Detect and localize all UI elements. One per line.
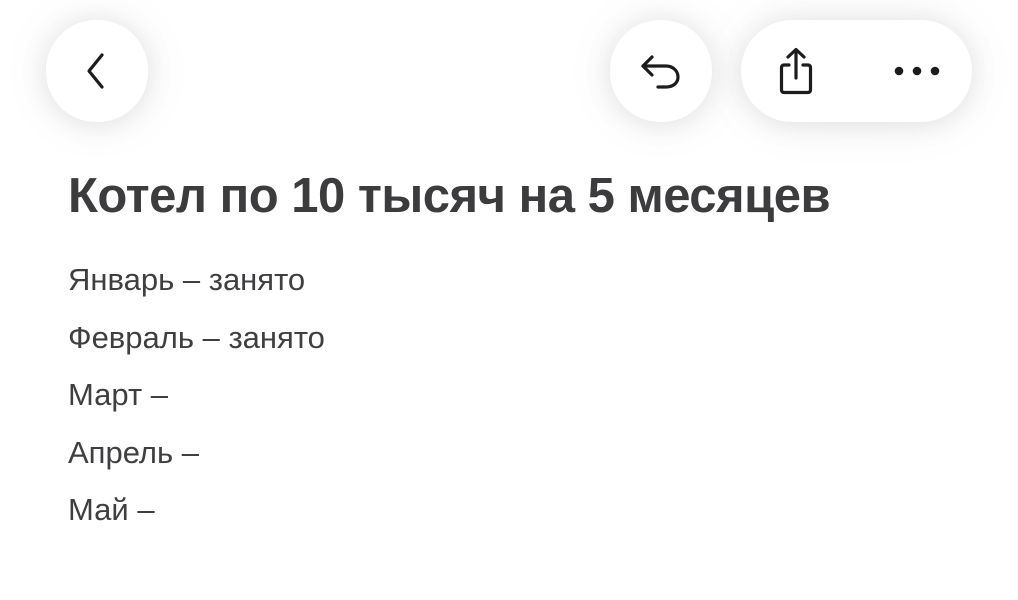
share-icon [776, 46, 816, 96]
note-line[interactable]: Апрель – [68, 431, 325, 489]
chevron-left-icon [82, 51, 112, 91]
note-line[interactable]: Январь – занято [68, 258, 325, 316]
undo-arrow-icon [638, 51, 684, 91]
note-line[interactable]: Февраль – занято [68, 316, 325, 374]
ellipsis-icon [893, 65, 941, 77]
note-body[interactable]: Январь – занято Февраль – занято Март – … [68, 258, 325, 546]
actions-pill [741, 20, 972, 122]
back-button[interactable] [46, 20, 148, 122]
share-button[interactable] [741, 20, 851, 122]
note-title[interactable]: Котел по 10 тысяч на 5 месяцев [68, 168, 831, 224]
top-toolbar [0, 0, 1018, 150]
undo-button[interactable] [610, 20, 712, 122]
note-line[interactable]: Март – [68, 373, 325, 431]
note-line[interactable]: Май – [68, 488, 325, 546]
more-button[interactable] [862, 20, 972, 122]
